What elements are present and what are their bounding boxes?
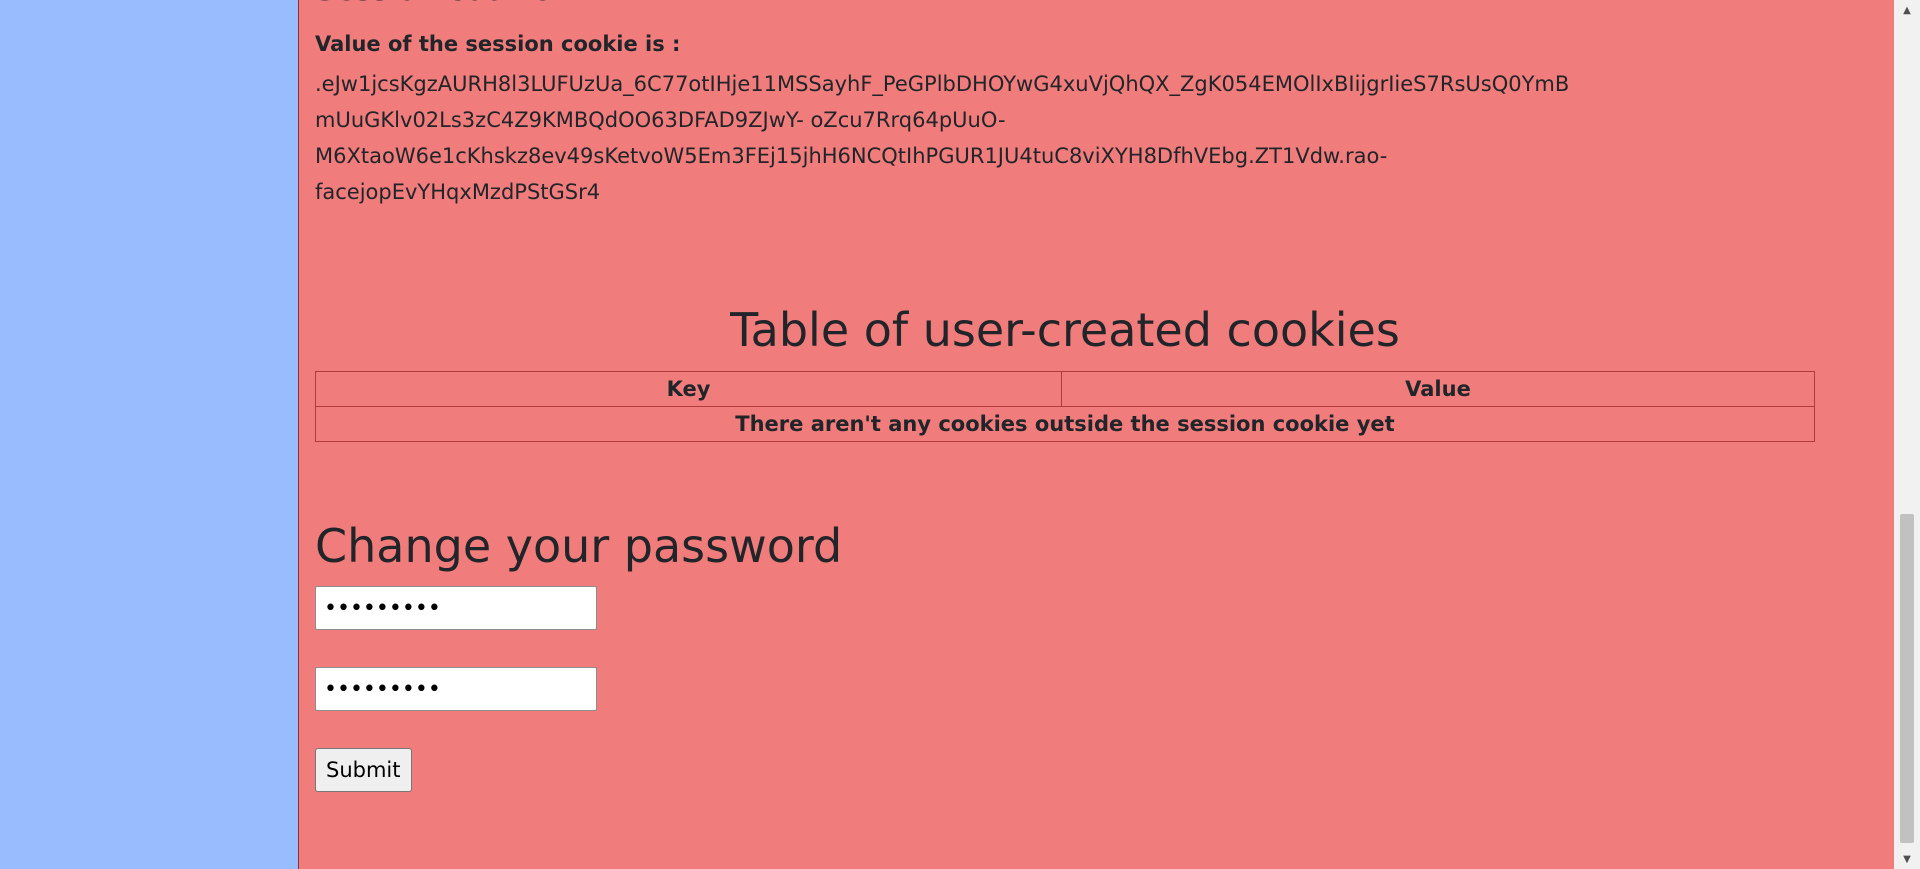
key-column-header: Key [315, 371, 1062, 407]
session-cookie-value-line: mUuGKlv02Ls3zC4Z9KMBQdOO63DFAD9ZJwY- oZc… [315, 108, 1006, 132]
new-password-input[interactable] [315, 586, 597, 630]
scrollbar-thumb[interactable] [1900, 514, 1914, 843]
scroll-up-arrow-icon[interactable]: ▲ [1894, 0, 1920, 20]
confirm-password-input[interactable] [315, 667, 597, 711]
session-cookie-value-line: M6XtaoW6e1cKhskz8ev49sKetvoW5Em3FEj15jhH… [315, 144, 1388, 168]
page: Session cookie Value of the session cook… [0, 0, 1920, 869]
session-cookie-label: Value of the session cookie is : [315, 32, 681, 56]
change-password-title: Change your password [315, 519, 843, 573]
table-row: There aren't any cookies outside the ses… [315, 406, 1815, 442]
sidebar [0, 0, 299, 869]
submit-button[interactable]: Submit [315, 748, 412, 792]
cookies-table-title: Table of user-created cookies [730, 303, 1400, 357]
main-content: Session cookie Value of the session cook… [299, 0, 1894, 869]
session-cookie-heading: Session cookie [315, 0, 551, 8]
table-header-row: Key Value [315, 371, 1815, 407]
session-cookie-value: .eJw1jcsKgzAURH8l3LUFUzUa_6C77otIHje11MS… [315, 66, 1595, 210]
cookies-table: Key Value There aren't any cookies outsi… [315, 371, 1815, 442]
session-cookie-value-line: facejopEvYHqxMzdPStGSr4 [315, 180, 601, 204]
value-column-header: Value [1061, 371, 1815, 407]
session-cookie-value-line: .eJw1jcsKgzAURH8l3LUFUzUa_6C77otIHje11MS… [315, 72, 1570, 96]
scroll-down-arrow-icon[interactable]: ▼ [1894, 849, 1920, 869]
vertical-scrollbar[interactable]: ▲ ▼ [1894, 0, 1920, 869]
empty-table-message: There aren't any cookies outside the ses… [315, 406, 1815, 442]
